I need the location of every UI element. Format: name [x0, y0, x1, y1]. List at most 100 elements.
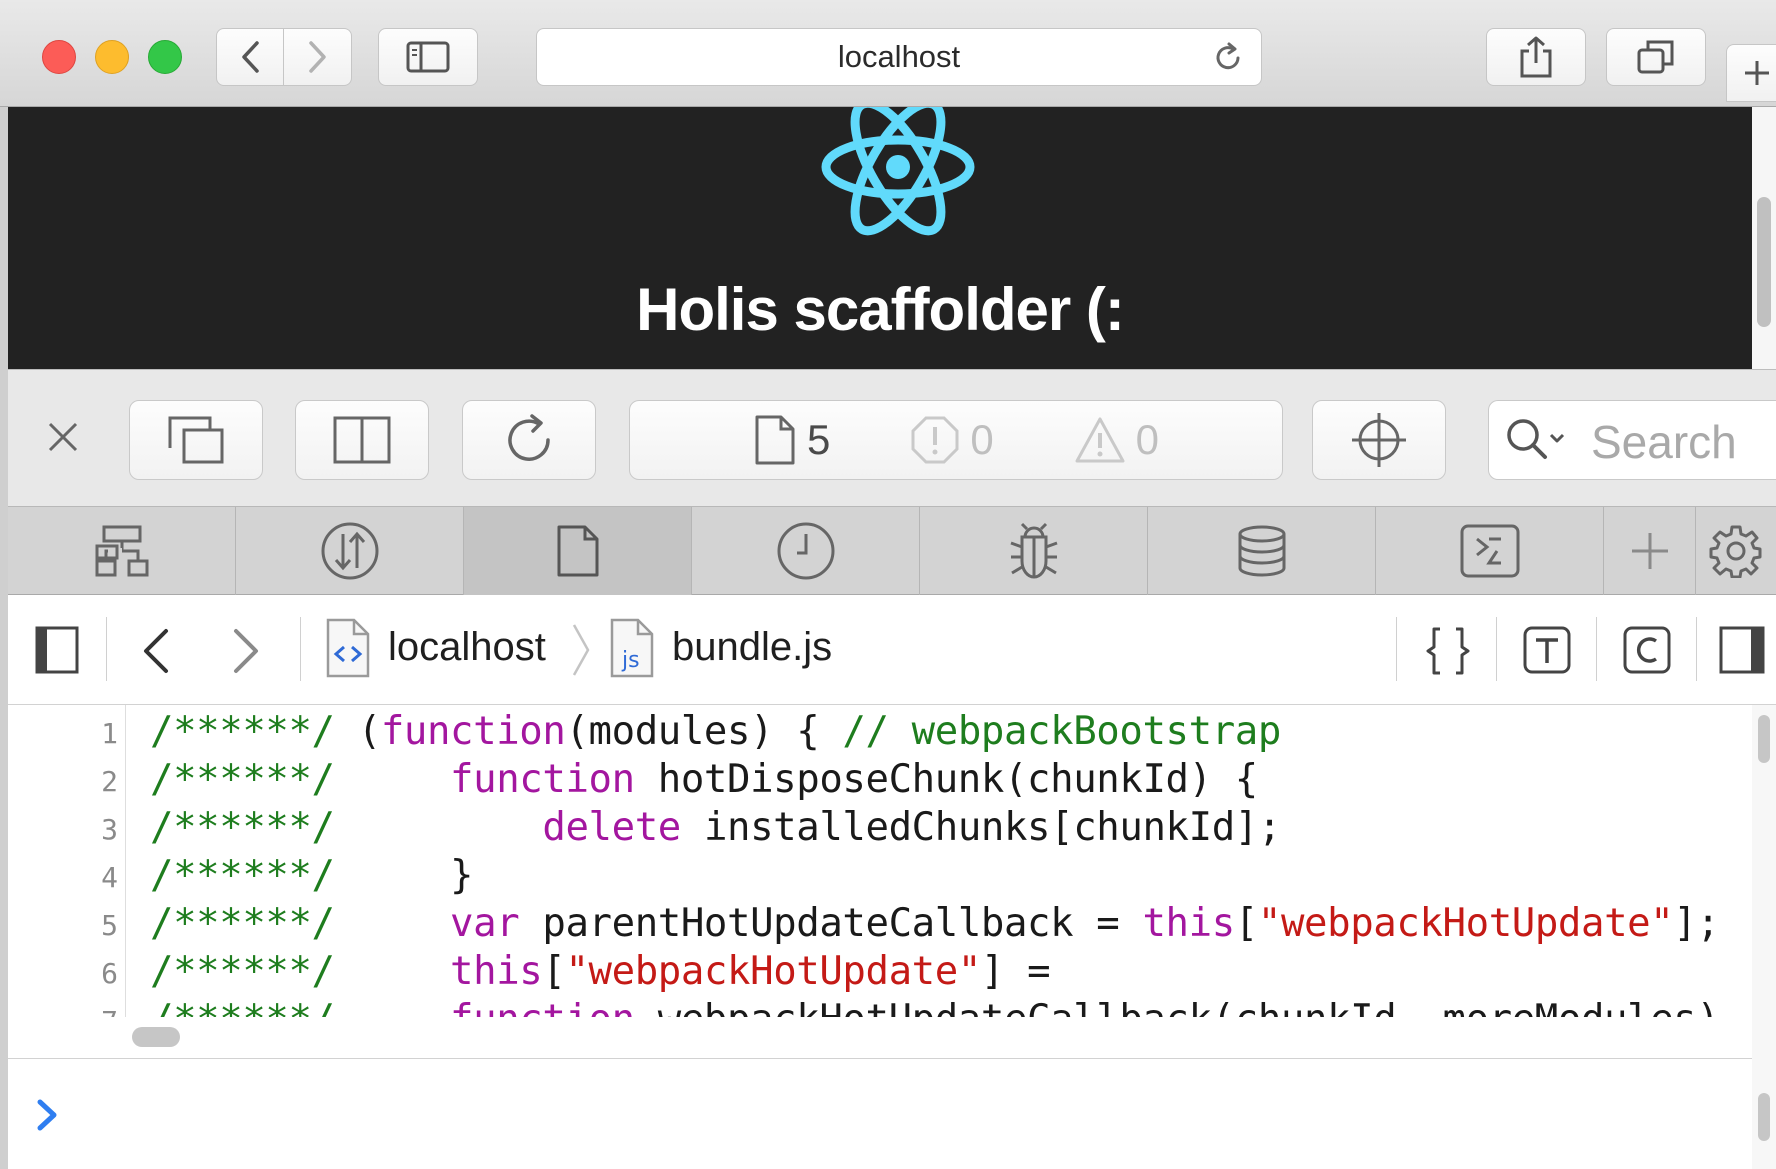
sidebar-button[interactable]: [378, 28, 478, 86]
reload-page-button[interactable]: [462, 400, 596, 480]
page-heading: Holis scaffolder (:: [636, 276, 1125, 343]
code-vertical-scrollbar-thumb[interactable]: [1758, 715, 1770, 763]
line-number: 3: [101, 813, 118, 846]
line-number: 4: [101, 861, 118, 894]
reload-icon[interactable]: [1211, 41, 1245, 75]
network-icon: [321, 522, 378, 580]
back-arrow-icon[interactable]: [138, 627, 172, 675]
search-icon: [1507, 419, 1565, 459]
breadcrumb-file[interactable]: bundle.js: [672, 625, 832, 670]
share-button[interactable]: [1486, 28, 1586, 86]
html-file-icon[interactable]: [324, 617, 372, 679]
dock-side-button[interactable]: [295, 400, 429, 480]
console-scrollbar[interactable]: [1752, 1059, 1776, 1169]
code-line: /******/ }: [150, 853, 474, 898]
forward-button[interactable]: [284, 28, 352, 86]
toggle-navigation-sidebar-icon[interactable]: [34, 625, 80, 675]
pretty-print-icon[interactable]: [1424, 625, 1472, 677]
divider: [1596, 617, 1597, 681]
warnings-count: 0: [1135, 416, 1160, 463]
dock-right-icon: [333, 416, 391, 464]
error-icon: [911, 416, 959, 464]
divider: [1696, 617, 1697, 681]
chevron-right-icon: [308, 41, 326, 73]
activity-counters[interactable]: 5 0 0: [629, 400, 1283, 480]
errors-count: 0: [970, 416, 994, 463]
document-icon: [755, 415, 795, 465]
react-logo-icon: [821, 107, 975, 236]
tab-debugger[interactable]: [920, 507, 1148, 595]
console-prompt-area[interactable]: [8, 1059, 1752, 1169]
back-button[interactable]: [216, 28, 284, 86]
code-horizontal-scrollbar-thumb[interactable]: [132, 1027, 180, 1047]
type-profiler-icon[interactable]: [1522, 625, 1572, 675]
code-line: /******/ var parentHotUpdateCallback = t…: [150, 901, 1720, 946]
code-line: /******/ delete installedChunks[chunkId]…: [150, 805, 1281, 850]
code-editor[interactable]: 1 2 3 4 5 6 7 /******/ (function(modules…: [8, 705, 1752, 1017]
sidebar-icon: [406, 41, 450, 73]
tab-network[interactable]: [236, 507, 464, 595]
page-scrollbar[interactable]: [1752, 107, 1776, 369]
code-coverage-icon[interactable]: [1622, 625, 1672, 675]
tabs-overview-icon: [1637, 40, 1674, 74]
settings-button[interactable]: [1696, 507, 1776, 595]
breadcrumb-host[interactable]: localhost: [388, 625, 546, 670]
tab-timelines[interactable]: [692, 507, 920, 595]
console-prompt-icon: [37, 1099, 57, 1131]
storage-icon: [1238, 525, 1285, 577]
search-field[interactable]: Search: [1488, 400, 1776, 480]
warning-icon: [1075, 417, 1125, 463]
tab-storage[interactable]: [1148, 507, 1376, 595]
errors-counter[interactable]: 0: [910, 415, 994, 465]
tab-resources[interactable]: [464, 507, 692, 595]
zoom-window-button[interactable]: [148, 40, 182, 74]
toggle-details-sidebar-icon[interactable]: [1718, 625, 1766, 675]
share-icon: [1520, 36, 1552, 78]
add-tab-button[interactable]: [1604, 507, 1696, 595]
code-line: /******/ function webpackHotUpdateCallba…: [150, 997, 1720, 1017]
resources-counter[interactable]: 5: [753, 414, 830, 466]
console-icon: [1460, 524, 1519, 578]
code-line: /******/ (function(modules) { // webpack…: [150, 709, 1281, 754]
undock-button[interactable]: [129, 400, 263, 480]
page-viewport: Holis scaffolder (:: [8, 107, 1752, 369]
forward-arrow-icon[interactable]: [230, 627, 264, 675]
divider: [1396, 617, 1397, 681]
line-number: 6: [101, 957, 118, 990]
line-number: 7: [8, 1005, 118, 1017]
search-placeholder: Search: [1591, 416, 1737, 468]
url-text: localhost: [837, 39, 961, 74]
close-window-button[interactable]: [42, 40, 76, 74]
warnings-counter[interactable]: 0: [1074, 416, 1159, 464]
minimize-window-button[interactable]: [95, 40, 129, 74]
inspect-element-button[interactable]: [1312, 400, 1446, 480]
svg-text:js: js: [621, 648, 640, 673]
debugger-icon: [1009, 522, 1058, 579]
browser-titlebar: localhost: [0, 0, 1776, 107]
js-file-icon[interactable]: js: [608, 617, 656, 679]
tab-elements[interactable]: [8, 507, 236, 595]
address-bar[interactable]: localhost: [536, 28, 1262, 86]
reload-icon: [508, 414, 550, 461]
elements-icon: [95, 525, 148, 577]
code-horizontal-scrollbar[interactable]: [8, 1017, 1752, 1059]
page-scrollbar-thumb[interactable]: [1757, 197, 1771, 327]
show-tabs-button[interactable]: [1606, 28, 1706, 86]
divider: [106, 617, 107, 681]
new-tab-button[interactable]: [1726, 44, 1776, 102]
code-vertical-scrollbar[interactable]: [1752, 705, 1776, 1059]
console-scrollbar-thumb[interactable]: [1758, 1093, 1770, 1141]
line-number-gutter: 1 2 3 4 5 6 7: [8, 705, 126, 1017]
crosshair-icon: [1352, 413, 1406, 467]
line-number: 2: [101, 765, 118, 798]
inspector-tab-bar: [8, 507, 1776, 595]
gear-icon: [1709, 525, 1762, 578]
tab-console[interactable]: [1376, 507, 1604, 595]
plus-icon: [1631, 533, 1668, 569]
close-icon[interactable]: [46, 420, 80, 454]
code-line: /******/ this["webpackHotUpdate"] =: [150, 949, 1051, 994]
line-number: 5: [101, 909, 118, 942]
chevron-left-icon: [242, 41, 259, 73]
divider: [1496, 617, 1497, 681]
code-line: /******/ function hotDisposeChunk(chunkI…: [150, 757, 1258, 802]
